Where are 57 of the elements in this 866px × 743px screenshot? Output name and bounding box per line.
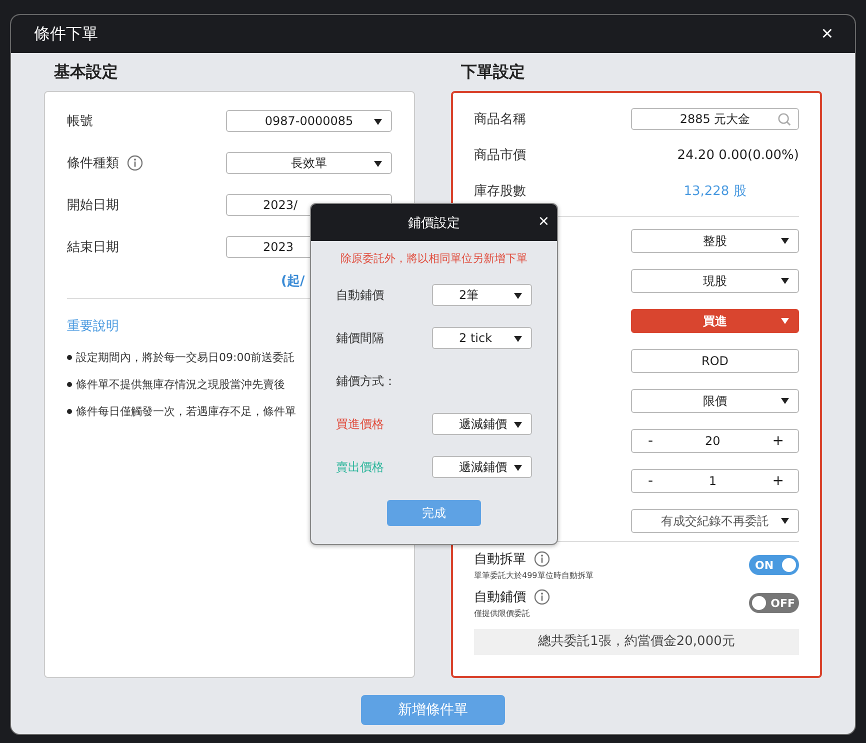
info-icon[interactable] [534, 588, 550, 604]
select-field[interactable]: 2 tick [432, 327, 532, 349]
select-field[interactable]: 現股 [631, 269, 799, 293]
field-label: 鋪價方式： [336, 372, 396, 390]
info-icon[interactable] [534, 550, 550, 566]
close-button[interactable]: × [821, 24, 833, 44]
field-label: 結束日期 [67, 239, 119, 256]
date-link[interactable]: (起/ [281, 274, 305, 289]
plus-button[interactable]: + [772, 433, 784, 449]
note-text: 條件每日僅觸發一次，若遇庫存不足，條件單 [76, 404, 296, 418]
info-icon[interactable] [127, 155, 143, 171]
note-text: 設定期間內，將於每一交易日09:00前送委託 [76, 350, 295, 364]
select-field[interactable]: 遞減鋪價 [432, 456, 532, 478]
plus-button[interactable]: + [772, 473, 784, 489]
product-search-field[interactable]: 2885 元大金 [631, 108, 799, 130]
toggle-label: 自動鋪價 [474, 588, 526, 606]
stock-quantity: 13,228 股 [682, 183, 748, 200]
section-title: 基本設定 [53, 61, 119, 83]
field-label: 條件種類 [67, 155, 119, 172]
select-field[interactable]: 限價 [631, 389, 799, 413]
minus-button[interactable]: - [648, 473, 654, 489]
search-icon[interactable] [777, 112, 792, 127]
field-label: 買進價格 [336, 416, 384, 432]
text-field[interactable]: ROD [631, 349, 799, 373]
field-label: 商品名稱 [474, 111, 526, 128]
note-text: 條件單不提供無庫存情況之現股當沖先賣後 [76, 376, 285, 392]
toggle-label: 自動拆單 [474, 550, 526, 568]
field-label: 庫存股數 [474, 183, 526, 200]
select-field[interactable]: 買進 [631, 309, 799, 333]
field-label: 自動鋪價 [336, 286, 384, 304]
order-summary: 總共委託1張，約當價金20,000元 [474, 629, 799, 655]
field-label: 帳號 [67, 113, 93, 130]
window-title: 條件下單 [34, 24, 98, 44]
toggle-hint: 單筆委託大於499單位時自動拆單 [474, 570, 594, 580]
select-field[interactable]: 遞減鋪價 [432, 413, 532, 435]
select-field[interactable]: 2筆 [432, 284, 532, 306]
field-label: 鋪價間隔 [336, 330, 384, 346]
quantity-stepper[interactable]: - 20 + [631, 429, 799, 453]
minus-button[interactable]: - [648, 433, 654, 449]
notes-title: 重要說明 [67, 318, 120, 335]
toggle-hint: 僅提供限價委託 [474, 608, 531, 618]
select-field[interactable]: 有成交紀錄不再委託 [631, 509, 799, 533]
select-field[interactable]: 整股 [631, 229, 799, 253]
field-label: 賣出價格 [336, 458, 384, 476]
select-field[interactable]: 長效單 [226, 152, 392, 174]
section-title: 下單設定 [460, 61, 526, 83]
bullet-icon [67, 408, 72, 414]
toggle-switch[interactable]: OFF [749, 593, 799, 613]
close-button[interactable]: × [538, 212, 549, 230]
quantity-stepper[interactable]: - 1 + [631, 469, 799, 493]
market-price: 24.20 0.00(0.00%) [677, 148, 799, 162]
bullet-icon [67, 382, 72, 386]
field-label: 商品市價 [474, 147, 526, 164]
select-field[interactable]: 0987-0000085 [226, 110, 392, 132]
bullet-icon [67, 354, 72, 360]
popup-title: 鋪價設定 [408, 214, 460, 232]
field-label: 開始日期 [67, 197, 119, 214]
